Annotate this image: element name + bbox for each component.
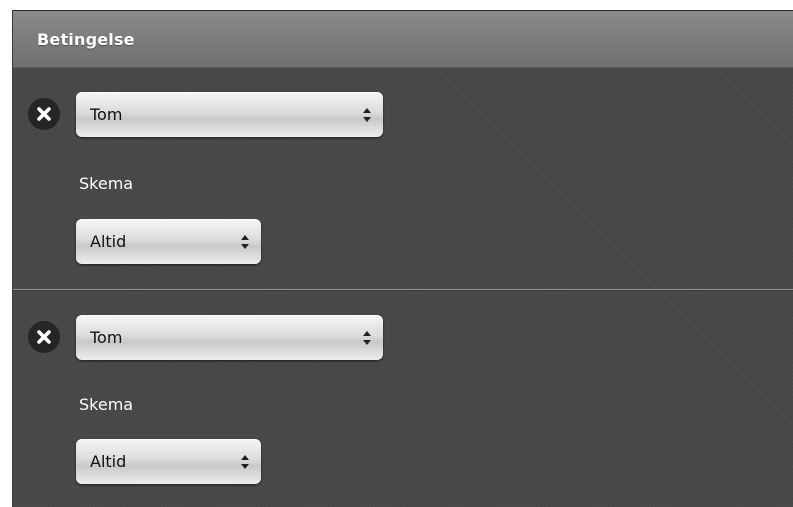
updown-arrows-icon <box>363 107 371 122</box>
condition-item-2: Tom Skema Altid <box>13 291 793 507</box>
condition-item-1: Tom Skema Altid <box>13 68 793 289</box>
condition-type-value: Tom <box>90 328 123 347</box>
schedule-value: Altid <box>90 452 127 471</box>
condition-panel: Betingelse Tom Skema Altid Tom Skema Alt… <box>12 10 793 507</box>
schedule-select[interactable]: Altid <box>76 439 261 484</box>
condition-type-select[interactable]: Tom <box>76 92 383 137</box>
schedule-value: Altid <box>90 232 127 251</box>
condition-type-value: Tom <box>90 105 123 124</box>
remove-condition-button[interactable] <box>28 321 60 353</box>
close-icon <box>37 330 51 344</box>
panel-header: Betingelse <box>13 11 793 68</box>
schedule-label: Skema <box>79 395 134 414</box>
schedule-select[interactable]: Altid <box>76 219 261 264</box>
updown-arrows-icon <box>241 234 249 249</box>
schedule-label: Skema <box>79 174 134 193</box>
remove-condition-button[interactable] <box>28 98 60 130</box>
panel-title: Betingelse <box>37 29 135 49</box>
condition-type-select[interactable]: Tom <box>76 315 383 360</box>
updown-arrows-icon <box>363 330 371 345</box>
close-icon <box>37 107 51 121</box>
updown-arrows-icon <box>241 454 249 469</box>
